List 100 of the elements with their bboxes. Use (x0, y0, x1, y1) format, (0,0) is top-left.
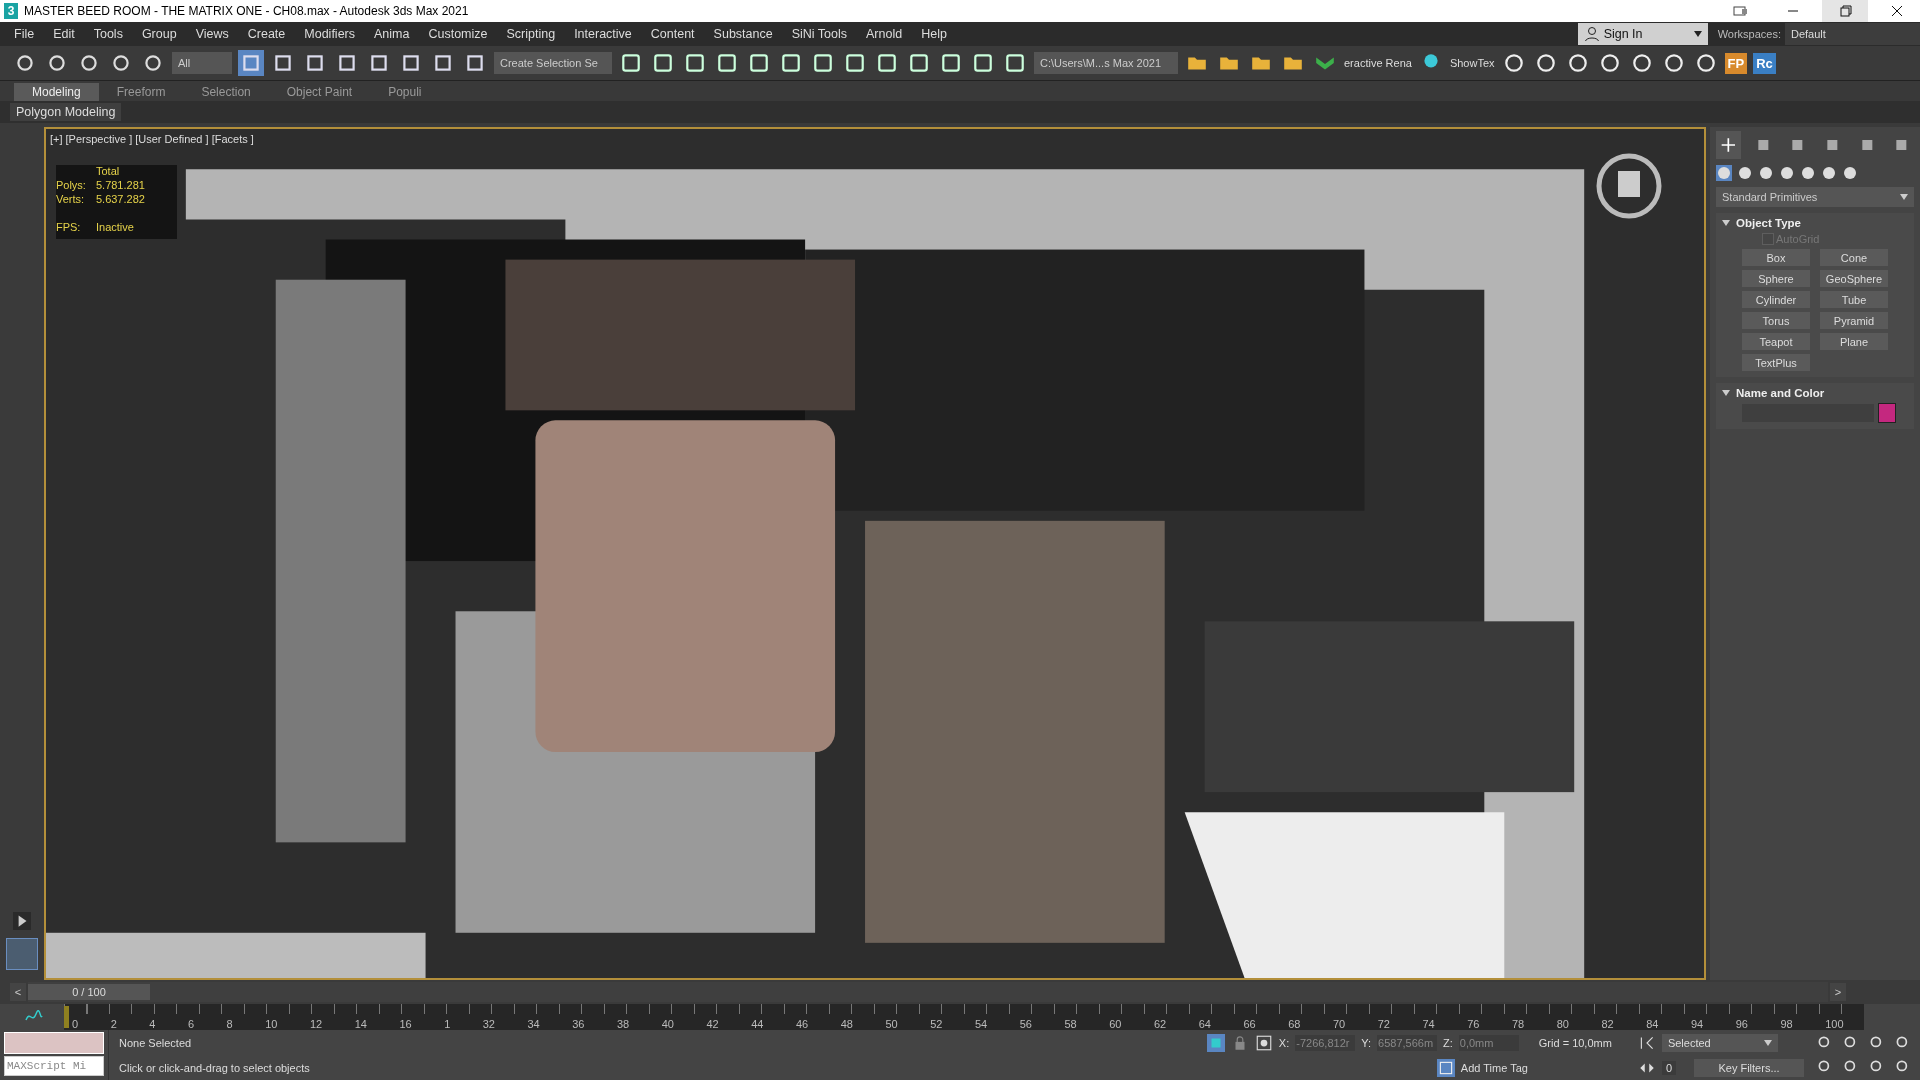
selection-filter-dropdown[interactable]: All (172, 52, 232, 74)
object-type-button[interactable]: Tube (1820, 291, 1888, 308)
frame-number: 60 (1109, 1018, 1122, 1030)
frame-number: 70 (1333, 1018, 1346, 1030)
object-type-button[interactable]: Torus (1742, 312, 1810, 329)
grid-size: Grid = 10,0mm (1537, 1036, 1613, 1049)
frame-number: 52 (930, 1018, 943, 1030)
rollout-title[interactable]: Name and Color (1736, 387, 1825, 399)
rc-button[interactable]: Rc (1753, 52, 1776, 74)
ribbon-tab[interactable]: Selection (183, 83, 269, 101)
ribbon-panel-button[interactable]: Polygon Modeling (10, 103, 122, 121)
menu-item[interactable]: Help (913, 27, 958, 41)
ribbon-tab[interactable]: Populi (370, 83, 440, 101)
frame-number: 50 (885, 1018, 898, 1030)
object-type-button[interactable]: Teapot (1742, 333, 1810, 350)
stat-value: Inactive (95, 221, 135, 233)
menu-item[interactable]: Interactive (566, 27, 643, 41)
frame-number: 0 (72, 1018, 79, 1030)
object-type-button[interactable]: Pyramid (1820, 312, 1888, 329)
frame-number: 58 (1064, 1018, 1077, 1030)
z-label: Z: (1443, 1036, 1453, 1049)
object-type-button[interactable]: Cylinder (1742, 291, 1810, 308)
ribbon-tab[interactable]: Freeform (98, 83, 184, 101)
menu-item[interactable]: Content (642, 27, 706, 41)
showtex-button[interactable]: ShowTex (1449, 57, 1495, 69)
sign-in-dropdown[interactable]: Sign In (1577, 23, 1708, 45)
object-type-button[interactable]: TextPlus (1742, 354, 1810, 371)
frame-number: 64 (1198, 1018, 1211, 1030)
object-type-button[interactable]: GeoSphere (1820, 270, 1888, 287)
menu-item[interactable]: Customize (420, 27, 499, 41)
object-type-button[interactable]: Cone (1820, 249, 1888, 266)
category-dropdown[interactable]: Standard Primitives (1716, 187, 1914, 207)
menu-item[interactable]: Create (239, 27, 297, 41)
timeline-ruler[interactable]: 0 2 4 6 8 10 12 14 16 1 32 34 36 38 40 42 44 46 48 50 52 54 56 58 60 62 64 66 68 70 72 74 76 78 80 82 84 94 96 98 100 (64, 1004, 1864, 1030)
stat-label: Verts: (55, 193, 86, 205)
frame-number: 82 (1601, 1018, 1614, 1030)
frame-field[interactable]: 0 (1661, 1060, 1676, 1075)
ribbon-tab[interactable]: Modeling (14, 83, 99, 101)
frame-number: 98 (1780, 1018, 1793, 1030)
frame-number: 16 (399, 1018, 412, 1030)
key-filters-button[interactable]: Key Filters... (1694, 1058, 1804, 1077)
time-slider-track[interactable]: 0 / 100 (28, 982, 1828, 1002)
object-type-button[interactable]: Plane (1820, 333, 1888, 350)
frame-number: 10 (265, 1018, 278, 1030)
time-slider-thumb[interactable]: 0 / 100 (28, 984, 150, 1000)
menu-item[interactable]: Modifiers (296, 27, 366, 41)
ribbon-tab[interactable]: Object Paint (268, 83, 371, 101)
frame-number: 46 (796, 1018, 809, 1030)
frame-number: 74 (1422, 1018, 1435, 1030)
frame-number: 62 (1154, 1018, 1167, 1030)
frame-number: 96 (1735, 1018, 1748, 1030)
frame-number: 56 (1019, 1018, 1032, 1030)
stat-label: Polys: (55, 179, 87, 191)
frame-number: 84 (1646, 1018, 1659, 1030)
project-folder-dropdown[interactable]: C:\Users\M...s Max 2021 (1034, 52, 1178, 74)
menu-item[interactable]: File (6, 27, 46, 41)
menu-item[interactable]: Views (187, 27, 240, 41)
frame-number: 80 (1556, 1018, 1569, 1030)
frame-number: 34 (527, 1018, 540, 1030)
menu-item[interactable]: Tools (85, 27, 134, 41)
key-mode-dropdown[interactable]: Selected (1661, 1033, 1778, 1052)
next-frame-button[interactable]: > (1830, 983, 1846, 1001)
window-title: MASTER BEED ROOM - THE MATRIX ONE - CH08.max - Autodesk 3ds Max 2021 (24, 4, 469, 18)
maxscript-listener-field[interactable]: MAXScript Mi (4, 1056, 104, 1076)
frame-number: 14 (354, 1018, 367, 1030)
object-type-button[interactable]: Sphere (1742, 270, 1810, 287)
rollout-title[interactable]: Object Type (1736, 217, 1801, 229)
viewport-label[interactable]: [+] [Perspective ] [User Defined ] [Facets ] (49, 133, 254, 145)
render-label[interactable]: eractive Rena (1344, 57, 1412, 69)
app-logo: 3 (4, 3, 18, 19)
stat-label: FPS: (55, 221, 82, 233)
x-label: X: (1278, 1036, 1290, 1049)
add-time-tag[interactable]: Add Time Tag (1460, 1061, 1528, 1074)
menu-item[interactable]: Anima (366, 27, 421, 41)
object-type-button[interactable]: Box (1742, 249, 1810, 266)
stats-heading: Total (95, 165, 121, 177)
frame-number: 54 (975, 1018, 988, 1030)
frame-number: 94 (1691, 1018, 1704, 1030)
frame-number: 100 (1825, 1018, 1844, 1030)
menu-item[interactable]: Arnold (858, 27, 914, 41)
menu-item[interactable]: SiNi Tools (783, 27, 859, 41)
frame-number: 2 (110, 1018, 117, 1030)
frame-number: 12 (309, 1018, 323, 1030)
frame-number: 40 (661, 1018, 674, 1030)
prompt-text: Click or click-and-drag to select objects (119, 1061, 310, 1074)
frame-number: 32 (482, 1018, 495, 1030)
workspace-dropdown[interactable]: Default (1785, 23, 1920, 45)
selection-set-dropdown[interactable]: Create Selection Se (494, 52, 612, 74)
frame-number: 68 (1288, 1018, 1301, 1030)
menu-item[interactable]: Group (133, 27, 188, 41)
frame-number: 78 (1512, 1018, 1525, 1030)
menu-item[interactable]: Edit (45, 27, 86, 41)
frame-number: 76 (1467, 1018, 1480, 1030)
frame-number: 48 (840, 1018, 853, 1030)
menu-item[interactable]: Scripting (498, 27, 567, 41)
menu-item[interactable]: Substance (705, 27, 784, 41)
selection-status: None Selected (119, 1036, 193, 1049)
previous-frame-button[interactable]: < (10, 983, 26, 1001)
frame-number: 1 (444, 1018, 451, 1030)
frame-number: 36 (572, 1018, 585, 1030)
